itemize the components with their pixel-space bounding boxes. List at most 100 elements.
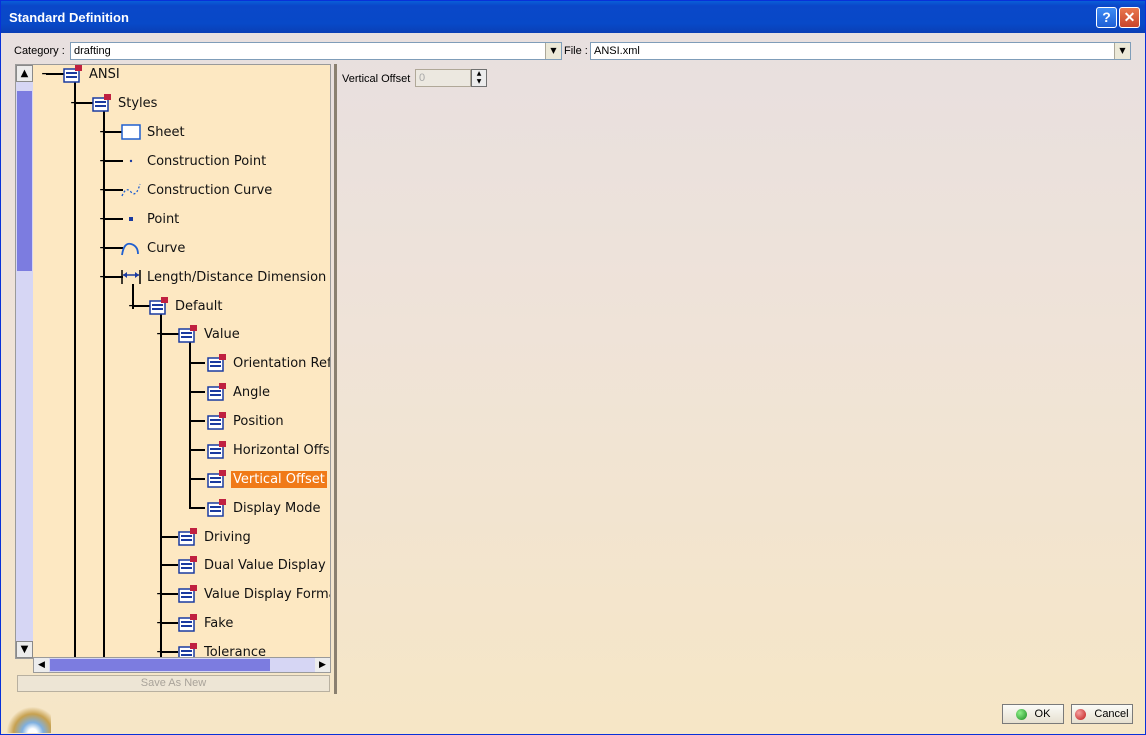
style-icon [206, 353, 228, 373]
tree-node-label: Sheet [147, 124, 185, 140]
scroll-thumb[interactable] [50, 659, 270, 671]
tree-node-driving[interactable]: Driving [177, 526, 253, 548]
expand-icon[interactable]: + [99, 242, 108, 253]
tree-node-fake[interactable]: Fake [177, 612, 235, 634]
window-title: Standard Definition [9, 10, 129, 25]
title-bar[interactable]: Standard Definition ? ✕ [1, 1, 1145, 33]
tree-node-label: Styles [118, 95, 158, 111]
tree-node-label: Horizontal Offset [233, 442, 330, 458]
tree-node-label: Point [147, 211, 180, 227]
tree-node-label-selected: Vertical Offset [231, 470, 327, 488]
spin-down-icon[interactable]: ▼ [472, 78, 486, 86]
scroll-left-icon[interactable]: ◀ [34, 658, 49, 672]
point-icon [120, 209, 142, 229]
tree-node-sheet[interactable]: Sheet [120, 121, 187, 143]
dimension-icon [120, 267, 142, 287]
tree-node-value[interactable]: Value [177, 323, 242, 345]
style-tree[interactable]: ▲ ▼ − − + + + + + − − − + + + ANSI Style… [15, 64, 331, 659]
tree-node-label: Dual Value Display [204, 557, 326, 573]
vertical-offset-spinner[interactable]: ▲ ▼ [471, 69, 487, 87]
tree-node-label: Display Mode [233, 500, 321, 516]
tree-node-label: Angle [233, 384, 270, 400]
style-icon [177, 613, 199, 633]
tree-node-default[interactable]: Default [148, 295, 225, 317]
tree-node-label: Value [204, 326, 240, 342]
cancel-icon [1075, 708, 1087, 720]
save-as-new-button[interactable]: Save As New [17, 675, 330, 692]
ok-button[interactable]: OK [1002, 704, 1064, 724]
style-icon [206, 440, 228, 460]
tree-node-angle[interactable]: Angle [206, 381, 272, 403]
collapse-icon[interactable]: − [128, 300, 137, 311]
style-icon [206, 382, 228, 402]
ok-icon [1015, 708, 1027, 720]
style-icon [206, 498, 228, 518]
style-icon [177, 527, 199, 547]
tree-node-vertical-offset[interactable]: Vertical Offset [206, 468, 327, 490]
style-icon [177, 324, 199, 344]
tree-node-label: Fake [204, 615, 234, 631]
file-combo[interactable]: ANSI.xml ▼ [590, 42, 1131, 60]
standard-definition-dialog: Standard Definition ? ✕ Category : draft… [0, 0, 1146, 735]
tree-node-label: Default [175, 298, 223, 314]
tree-node-value-display-format[interactable]: Value Display Format [177, 583, 331, 605]
collapse-icon[interactable]: − [70, 97, 79, 108]
expand-icon[interactable]: + [156, 588, 165, 599]
tree-node-curve[interactable]: Curve [120, 237, 187, 259]
style-icon [91, 93, 113, 113]
expand-icon[interactable]: + [99, 155, 108, 166]
help-button[interactable]: ? [1096, 7, 1117, 28]
file-label: File : [564, 45, 588, 57]
expand-icon[interactable]: + [99, 213, 108, 224]
ok-label: OK [1034, 708, 1051, 720]
tree-node-styles[interactable]: Styles [91, 92, 159, 114]
vertical-offset-label: Vertical Offset [342, 73, 411, 85]
tree-vertical-scrollbar[interactable]: ▲ ▼ [16, 65, 33, 658]
tree-node-label: Position [233, 413, 284, 429]
expand-icon[interactable]: + [156, 617, 165, 628]
category-value: drafting [74, 45, 111, 57]
tree-node-label: Length/Distance Dimension [147, 269, 327, 285]
expand-icon[interactable]: + [99, 126, 108, 137]
collapse-icon[interactable]: − [41, 68, 50, 79]
tree-node-point[interactable]: Point [120, 208, 181, 230]
tree-node-position[interactable]: Position [206, 410, 286, 432]
tree-node-construction-curve[interactable]: Construction Curve [120, 179, 274, 201]
style-icon [206, 411, 228, 431]
tree-node-label: ANSI [89, 66, 120, 82]
sheet-icon [120, 122, 142, 142]
scroll-up-icon[interactable]: ▲ [16, 65, 33, 82]
tree-node-label: Value Display Format [204, 586, 331, 602]
scroll-down-icon[interactable]: ▼ [16, 641, 33, 658]
expand-icon[interactable]: + [156, 646, 165, 657]
scroll-right-icon[interactable]: ▶ [315, 658, 330, 672]
tree-node-label: Driving [204, 529, 251, 545]
style-icon [62, 65, 84, 84]
tree-node-dual-value-display[interactable]: Dual Value Display [177, 554, 328, 576]
style-icon [206, 469, 228, 489]
spin-up-icon[interactable]: ▲ [472, 70, 486, 78]
tree-horizontal-scrollbar[interactable]: ◀ ▶ [33, 657, 331, 673]
tree-node-label: Curve [147, 240, 186, 256]
expand-icon[interactable]: + [99, 184, 108, 195]
chevron-down-icon[interactable]: ▼ [1114, 43, 1130, 59]
tree-node-horizontal-offset[interactable]: Horizontal Offset [206, 439, 330, 461]
category-combo[interactable]: drafting ▼ [70, 42, 562, 60]
chevron-down-icon[interactable]: ▼ [545, 43, 561, 59]
scroll-thumb[interactable] [17, 91, 32, 271]
file-value: ANSI.xml [594, 45, 640, 57]
cancel-button[interactable]: Cancel [1071, 704, 1133, 724]
tree-node-ansi[interactable]: ANSI [62, 65, 122, 85]
collapse-icon[interactable]: − [99, 271, 108, 282]
collapse-icon[interactable]: − [156, 328, 165, 339]
tree-node-orientation-reference[interactable]: Orientation Refe [206, 352, 330, 374]
vertical-offset-input[interactable]: 0 [415, 69, 471, 87]
close-button[interactable]: ✕ [1119, 7, 1140, 28]
panel-splitter[interactable] [334, 64, 337, 694]
style-icon [148, 296, 170, 316]
tree-node-length-distance-dimension[interactable]: Length/Distance Dimension [120, 266, 328, 288]
tree-node-display-mode[interactable]: Display Mode [206, 497, 322, 519]
construction-curve-icon [120, 180, 142, 200]
construction-point-icon [120, 151, 142, 171]
tree-node-construction-point[interactable]: Construction Point [120, 150, 268, 172]
